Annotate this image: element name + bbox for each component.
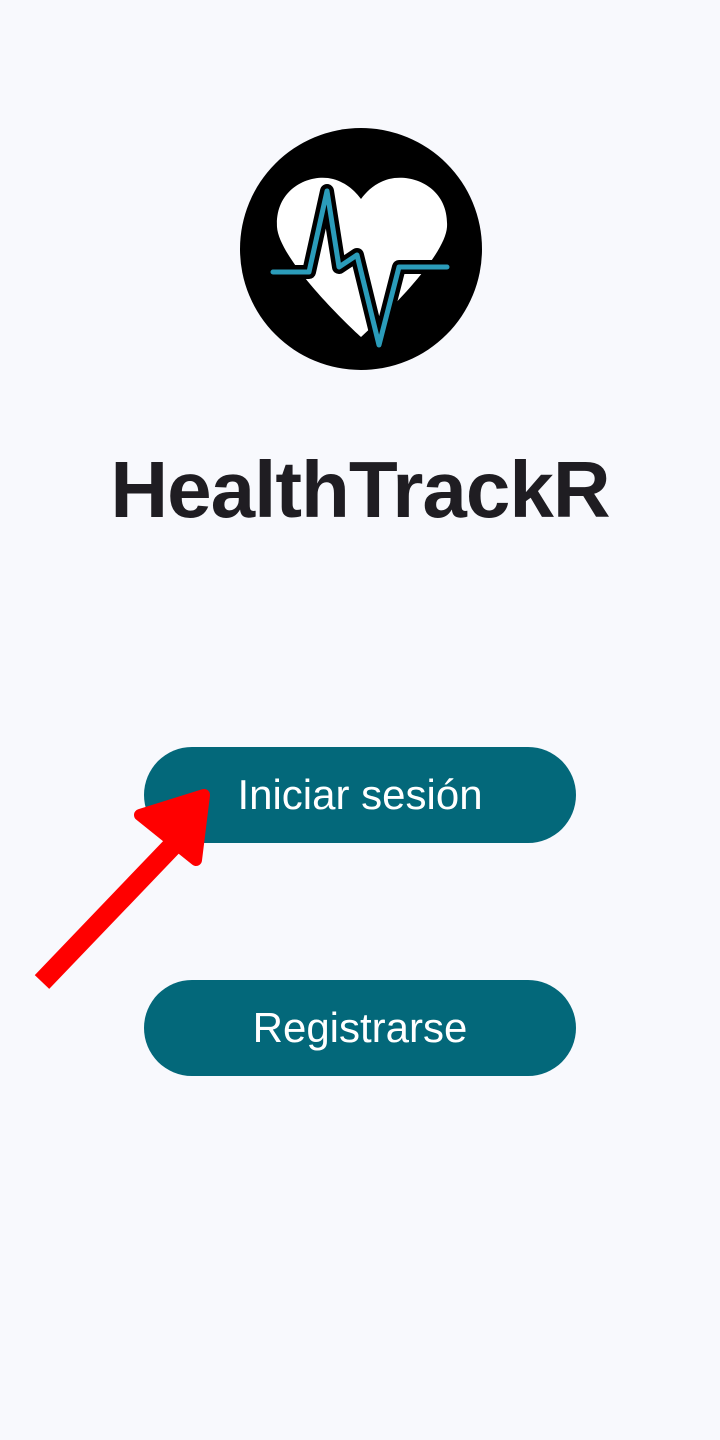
app-logo [239, 127, 483, 371]
welcome-screen: HealthTrackR Iniciar sesión Registrarse [0, 0, 720, 1440]
login-button[interactable]: Iniciar sesión [144, 747, 576, 843]
register-button[interactable]: Registrarse [144, 980, 576, 1076]
heart-pulse-icon [240, 128, 482, 370]
app-title: HealthTrackR [110, 445, 610, 534]
